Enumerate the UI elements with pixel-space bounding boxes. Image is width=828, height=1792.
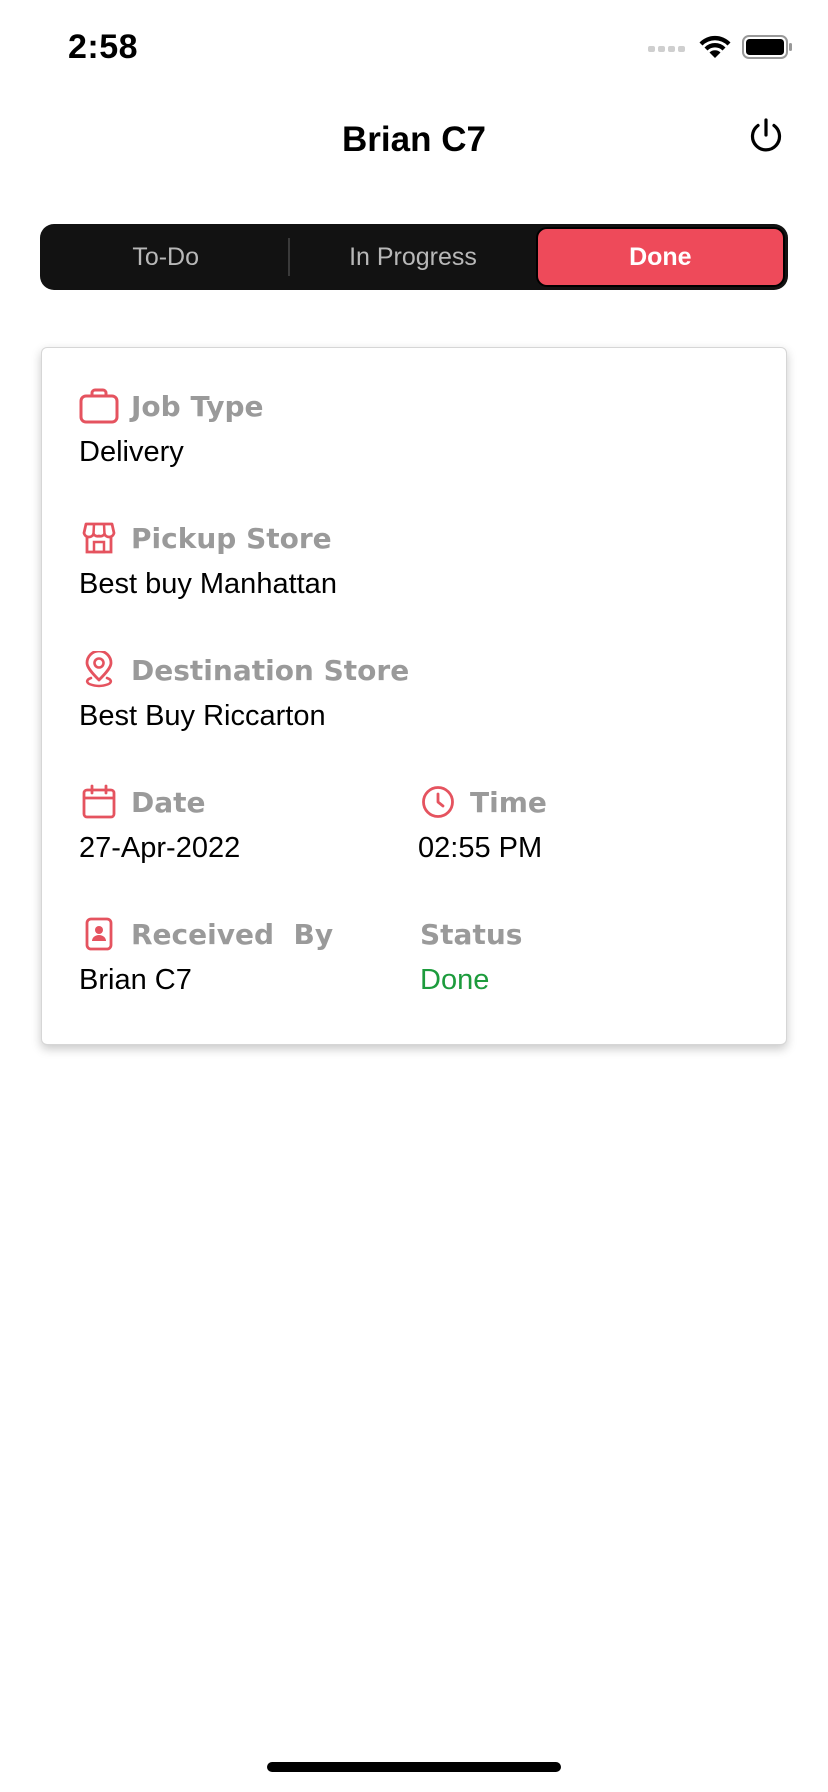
status-bar: 2:58 xyxy=(0,0,828,96)
date-label: Date xyxy=(131,785,206,819)
destination-store-field: Destination Store Best Buy Riccarton xyxy=(79,650,409,733)
calendar-icon xyxy=(79,782,119,822)
wifi-icon xyxy=(698,34,732,65)
time-label: Time xyxy=(470,785,547,819)
status-tabs: To-Do In Progress Done xyxy=(40,224,788,290)
time-value: 02:55 PM xyxy=(418,832,543,864)
cellular-signal-icon xyxy=(648,40,688,59)
pickup-store-value: Best buy Manhattan xyxy=(79,568,337,600)
home-indicator[interactable] xyxy=(267,1762,561,1772)
tab-done[interactable]: Done xyxy=(535,227,785,287)
received-by-field: Received By Brian C7 xyxy=(79,914,333,997)
status-field: Status Done xyxy=(420,914,522,997)
status-time: 2:58 xyxy=(68,28,139,66)
tab-to-do[interactable]: To-Do xyxy=(43,227,288,287)
date-value: 27-Apr-2022 xyxy=(79,832,241,864)
briefcase-icon xyxy=(79,386,119,426)
pickup-store-label: Pickup Store xyxy=(131,521,332,555)
pickup-store-field: Pickup Store Best buy Manhattan xyxy=(79,518,337,601)
job-card[interactable]: Job Type Delivery Pickup Store Best buy … xyxy=(41,347,787,1045)
status-label: Status xyxy=(420,917,523,951)
destination-store-value: Best Buy Riccarton xyxy=(79,700,326,732)
time-field: Time 02:55 PM xyxy=(418,782,547,865)
job-type-field: Job Type Delivery xyxy=(79,386,264,469)
tab-in-progress[interactable]: In Progress xyxy=(290,227,535,287)
date-field: Date 27-Apr-2022 xyxy=(79,782,240,865)
job-type-value: Delivery xyxy=(79,436,184,468)
store-icon xyxy=(79,518,119,558)
power-icon xyxy=(748,117,784,160)
contact-icon xyxy=(79,914,119,954)
received-by-label: Received By xyxy=(131,917,334,951)
received-by-value: Brian C7 xyxy=(79,964,192,996)
location-pin-icon xyxy=(79,650,119,690)
header: Brian C7 xyxy=(0,100,828,182)
logout-button[interactable] xyxy=(744,116,788,160)
destination-store-label: Destination Store xyxy=(131,653,410,687)
status-icons xyxy=(648,34,794,65)
status-value: Done xyxy=(420,964,490,996)
page-title: Brian C7 xyxy=(342,120,486,159)
job-type-label: Job Type xyxy=(131,389,264,423)
battery-icon xyxy=(742,34,794,65)
clock-icon xyxy=(418,782,458,822)
